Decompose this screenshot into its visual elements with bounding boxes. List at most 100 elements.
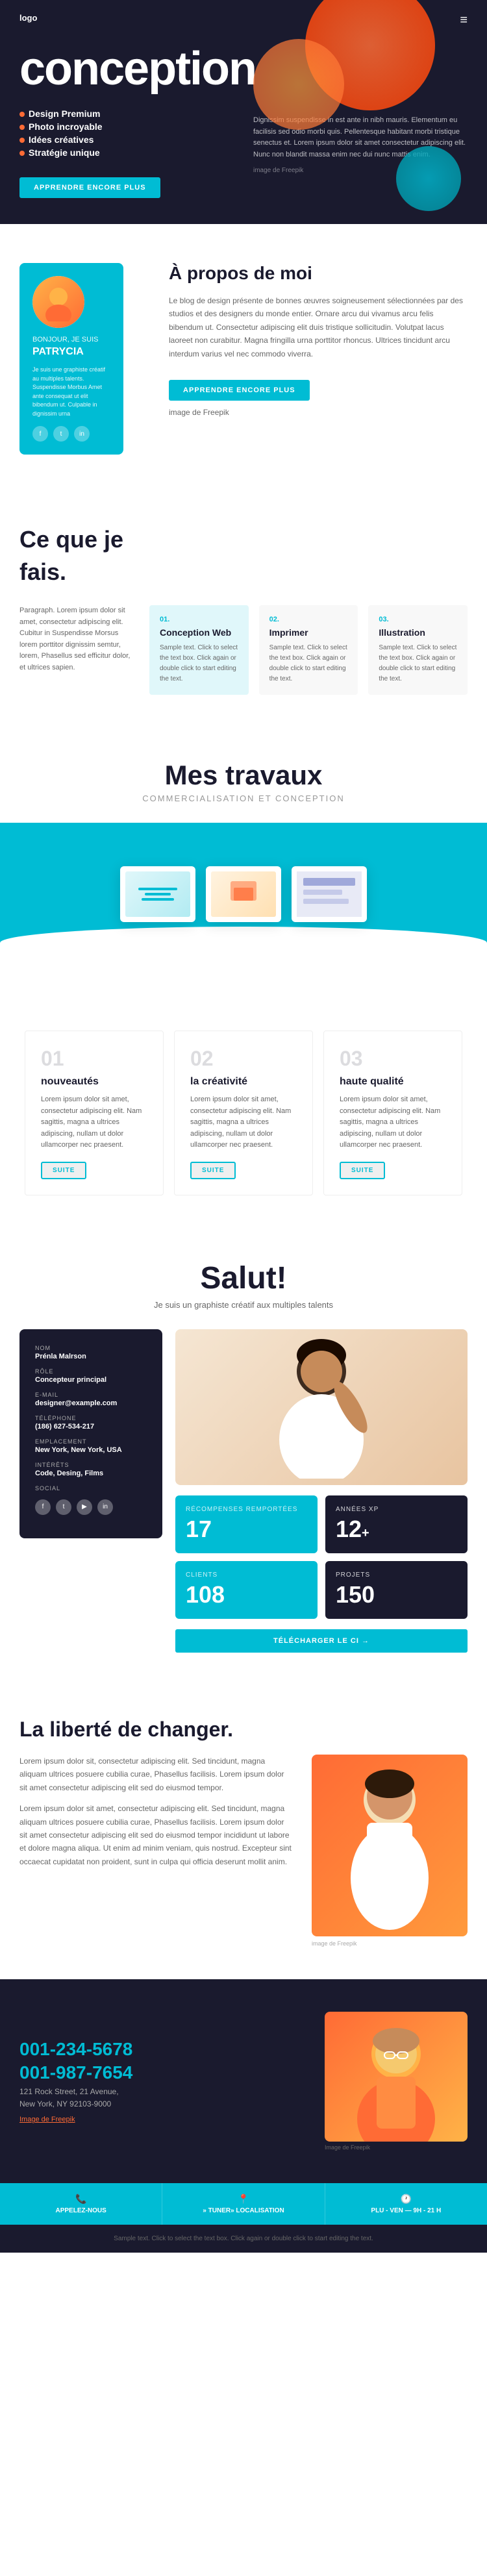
header-cta-button[interactable]: APPRENDRE ENCORE PLUS [19,177,160,198]
contact-address: 121 Rock Street, 21 Avenue,New York, NY … [19,2086,305,2110]
feature-desc: Lorem ipsum dolor sit amet, consectetur … [190,1094,297,1151]
portfolio-mockups [120,866,367,922]
footer-label: » TUNER» LOCALISATION [170,2207,316,2214]
stat-label: PROJETS [336,1571,457,1579]
about-image-credit: image de Freepik [169,406,468,419]
footer-icon: 🕐 [333,2194,479,2205]
feature-card-2: 03 haute qualité Lorem ipsum dolor sit a… [323,1031,462,1195]
service-card-1: 02. Imprimer Sample text. Click to selec… [259,605,358,695]
stat-value: 12+ [336,1516,457,1543]
avatar [32,276,84,328]
footer-label: PLU - VEN — 9H - 21 H [333,2207,479,2214]
feature-desc: Lorem ipsum dolor sit amet, consectetur … [41,1094,147,1151]
header-feature-item: Photo incroyable [19,121,234,132]
mockup-inner-3 [297,871,362,917]
feature-suite-button[interactable]: suite [340,1162,385,1179]
about-text: À propos de moi Le blog de design présen… [149,263,468,455]
feature-card-0: 01 nouveautés Lorem ipsum dolor sit amet… [25,1031,164,1195]
feature-title: haute qualité [340,1076,446,1088]
feature-num: 03 [340,1047,446,1071]
avatar-image [32,276,84,328]
service-desc: Sample text. Click to select the text bo… [379,643,457,684]
stat-card-2: CLIENTS 108 [175,1561,318,1619]
salut-facebook-icon[interactable]: f [35,1499,51,1515]
feature-suite-button[interactable]: suite [190,1162,236,1179]
portfolio-section: Mes travaux COMMERCIALISATION ET CONCEPT… [0,727,487,998]
footer-icon: 📍 [170,2194,316,2205]
salut-youtube-icon[interactable]: ▶ [77,1499,92,1515]
about-greeting: BONJOUR, JE SUIS [32,336,110,344]
about-profile: BONJOUR, JE SUIS PATRYCIA Je suis une gr… [19,263,149,455]
services-intro-text: Paragraph. Lorem ipsum dolor sit amet, c… [19,605,136,674]
salut-info-card: NOM Prénla Malrson RÔLE Concepteur princ… [19,1329,162,1538]
salut-linkedin-icon[interactable]: in [97,1499,113,1515]
about-cta-button[interactable]: APPRENDRE ENCORE PLUS [169,380,310,401]
salut-email-value: designer@example.com [35,1399,147,1407]
feature-title: la créativité [190,1076,297,1088]
service-card-2: 03. Illustration Sample text. Click to s… [368,605,468,695]
mockup-line [138,888,177,890]
services-section: Ce que je fais. Paragraph. Lorem ipsum d… [0,494,487,727]
service-num: 01. [160,616,238,623]
salut-tel-value: (186) 627-534-217 [35,1423,147,1431]
menu-icon[interactable]: ≡ [460,13,468,28]
freedom-title: La liberté de changer. [19,1718,468,1742]
salut-social-icons: f t ▶ in [35,1499,147,1515]
services-items: 01. Conception Web Sample text. Click to… [149,605,468,695]
mockup-line [142,898,174,901]
footer-icon: 📞 [8,2194,154,2205]
download-cv-button[interactable]: TÉLÉCHARGER LE CI → [175,1629,468,1653]
freedom-image-credit: image de Freepik [312,1940,468,1947]
service-desc: Sample text. Click to select the text bo… [269,643,348,684]
service-title: Imprimer [269,627,348,638]
contact-image-link[interactable]: Image de Freepik [19,2116,305,2123]
about-name: PATRYCIA [32,346,110,358]
feature-title: nouveautés [41,1076,147,1088]
freedom-body-1: Lorem ipsum dolor sit, consectetur adipi… [19,1755,292,1794]
stat-card-1: ANNÉES XP 12+ [325,1495,468,1553]
footer-bar-item-0[interactable]: 📞 APPELEZ-NOUS [0,2183,162,2225]
about-card: BONJOUR, JE SUIS PATRYCIA Je suis une gr… [19,263,123,455]
freedom-image [312,1755,468,1936]
header: logo ≡ conception Design PremiumPhoto in… [0,0,487,224]
contact-photo-credit: Image de Freepik [325,2144,468,2151]
feature-card-1: 02 la créativité Lorem ipsum dolor sit a… [174,1031,313,1195]
stat-label: CLIENTS [186,1571,307,1579]
mockup-3 [292,866,367,922]
stat-label: RÉCOMPENSES REMPORTÉES [186,1506,307,1513]
feature-suite-button[interactable]: suite [41,1162,86,1179]
stat-label: ANNÉES XP [336,1506,457,1513]
footer-bar-item-2[interactable]: 🕐 PLU - VEN — 9H - 21 H [325,2183,487,2225]
twitter-icon[interactable]: t [53,426,69,442]
salut-nom-value: Prénla Malrson [35,1353,147,1360]
contact-phone-1: 001-234-5678 [19,2039,305,2060]
salut-section: Salut! Je suis un graphiste créatif aux … [0,1228,487,1685]
header-feature-item: Idées créatives [19,134,234,145]
contact-photo [325,2012,468,2142]
footer-bar-item-1[interactable]: 📍 » TUNER» LOCALISATION [162,2183,325,2225]
salut-social-label: SOCIAL [35,1485,147,1492]
facebook-icon[interactable]: f [32,426,48,442]
portfolio-title: Mes travaux [0,760,487,791]
freedom-text: Lorem ipsum dolor sit, consectetur adipi… [19,1755,292,1947]
services-intro: Paragraph. Lorem ipsum dolor sit amet, c… [19,605,136,695]
service-card-0: 01. Conception Web Sample text. Click to… [149,605,249,695]
mockup-inner-2 [211,871,276,917]
about-social: f t in [32,426,110,442]
salut-role-label: RÔLE [35,1368,147,1375]
mockup-2 [206,866,281,922]
contact-section: 001-234-5678 001-987-7654 121 Rock Stree… [0,1979,487,2183]
salut-twitter-icon[interactable]: t [56,1499,71,1515]
salut-email-row: E-MAIL designer@example.com [35,1392,147,1407]
footer-label: APPELEZ-NOUS [8,2207,154,2214]
stat-card-0: RÉCOMPENSES REMPORTÉES 17 [175,1495,318,1553]
download-btn-wrap: TÉLÉCHARGER LE CI → [175,1629,468,1653]
salut-loc-value: New York, New York, USA [35,1446,147,1454]
feature-num: 01 [41,1047,147,1071]
salut-loc-row: EMPLACEMENT New York, New York, USA [35,1438,147,1454]
mockup-line [145,893,171,895]
salut-info: NOM Prénla Malrson RÔLE Concepteur princ… [19,1329,162,1653]
service-title: Illustration [379,627,457,638]
linkedin-icon[interactable]: in [74,426,90,442]
stat-value: 17 [186,1516,307,1543]
